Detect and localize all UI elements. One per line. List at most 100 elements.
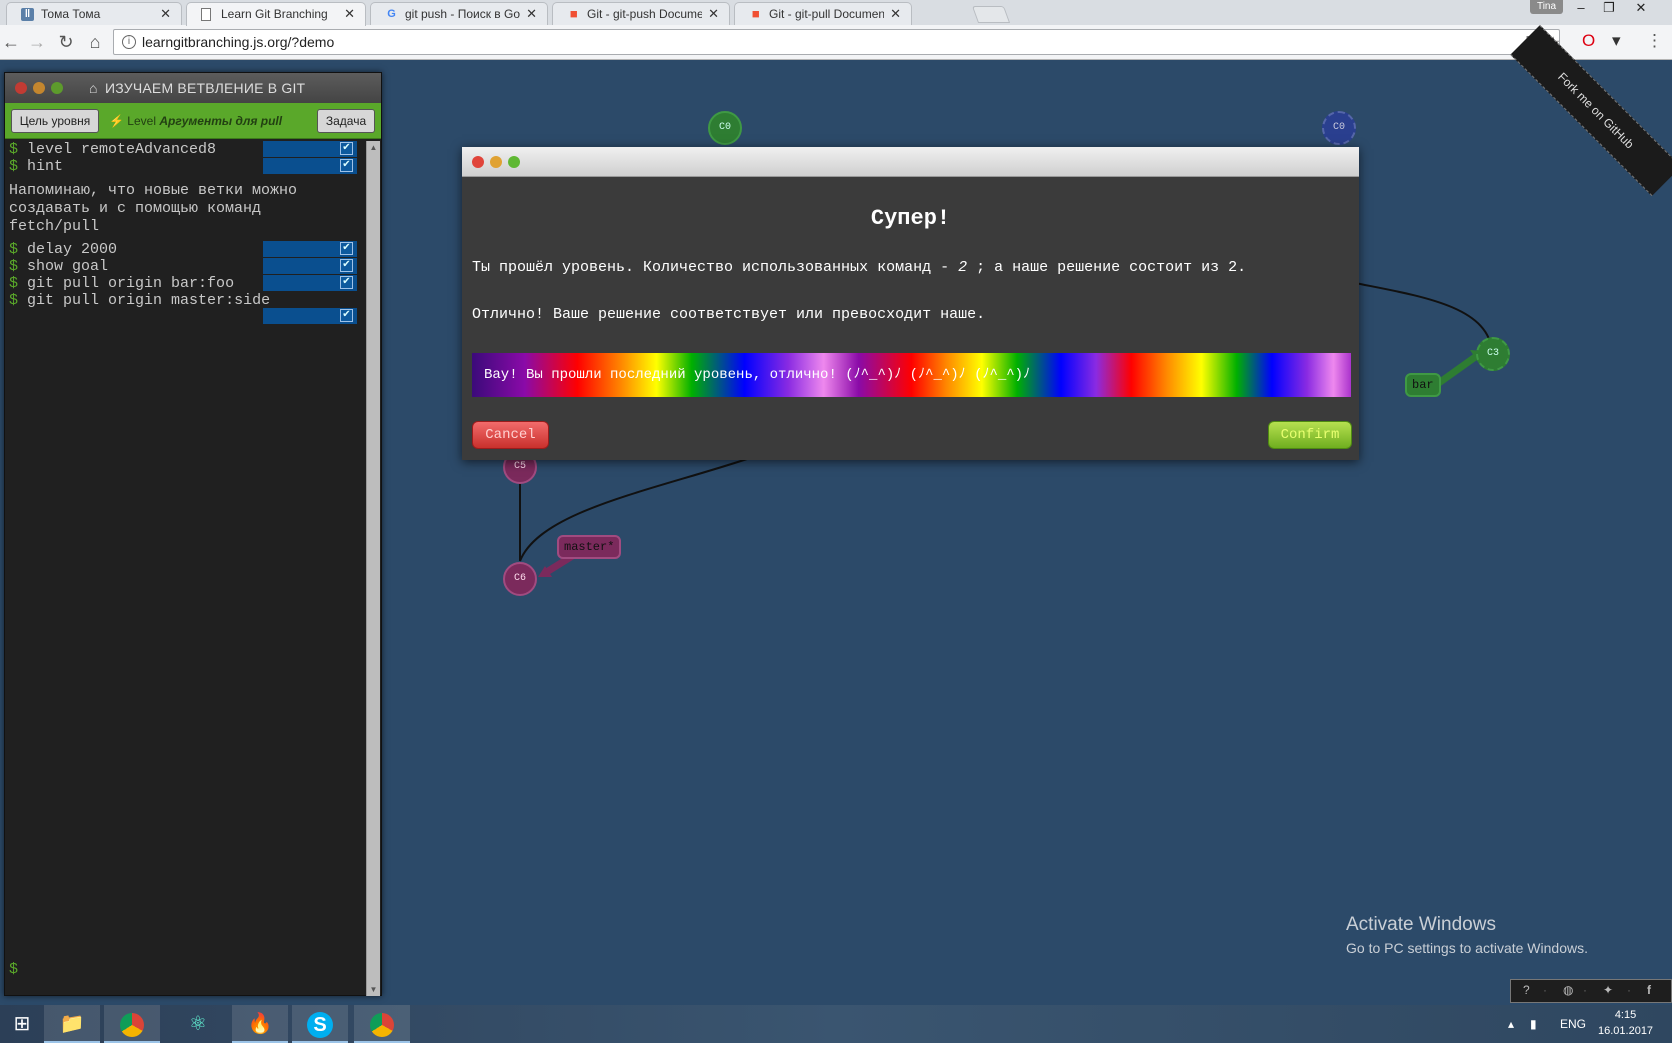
check-icon: ✔ — [340, 159, 353, 172]
maximize-dot-icon[interactable] — [508, 156, 520, 168]
tray-chevron-icon[interactable]: ▴ — [1508, 1005, 1514, 1043]
check-icon: ✔ — [340, 309, 353, 322]
prompt-symbol: $ — [9, 158, 19, 175]
commit-node[interactable]: C3 — [1476, 337, 1510, 371]
result-summary: Ты прошёл уровень. Количество использова… — [472, 259, 1246, 276]
pause-icon: ǁ — [21, 8, 34, 21]
watermark-subtitle: Go to PC settings to activate Windows. — [1346, 940, 1588, 956]
close-icon[interactable]: ✕ — [160, 6, 171, 22]
taskbar: ⊞ 📁 ⚛ 🔥 S ▴ ▮ ENG 4:15 16.01.2017 — [0, 1005, 1672, 1043]
terminal-output: ✔ ✔ $ level remoteAdvanced8 $ hint Напом… — [5, 141, 365, 995]
branch-label-master[interactable]: master* — [557, 535, 622, 559]
edge-c6 — [519, 458, 748, 562]
network-icon[interactable]: ▮ — [1530, 1005, 1537, 1043]
app-flame-icon[interactable]: 🔥 — [232, 1005, 288, 1043]
tab-toma[interactable]: ǁ Тома Тома ✕ — [6, 2, 182, 25]
restore-icon[interactable]: ❐ — [1598, 0, 1620, 16]
tab-git-pull-docs[interactable]: ◆ Git - git-pull Documenta ✕ — [734, 2, 912, 25]
url-text: learngitbranching.js.org/?demo — [142, 34, 335, 50]
minimize-icon[interactable]: – — [1570, 0, 1592, 15]
tab-google-search[interactable]: G git push - Поиск в Goog ✕ — [370, 2, 548, 25]
command-status: ✔ — [263, 308, 357, 324]
pocket-icon[interactable]: ▾ — [1612, 30, 1621, 52]
clock[interactable]: 4:15 16.01.2017 — [1598, 1007, 1653, 1039]
level-goal-button[interactable]: Цель уровня — [11, 109, 99, 133]
facebook-icon[interactable]: f — [1647, 983, 1651, 997]
tab-git-push-docs[interactable]: ◆ Git - git-push Document ✕ — [552, 2, 730, 25]
maximize-dot-icon[interactable] — [51, 82, 63, 94]
panel-header: ⌂ ИЗУЧАЕМ ВЕТВЛЕНИЕ В GIT — [5, 73, 381, 103]
command-line: $ hint — [9, 158, 63, 175]
new-tab-button[interactable] — [971, 6, 1011, 23]
menu-icon[interactable]: ⋮ — [1646, 30, 1663, 52]
level-toolbar: Цель уровня ⚡ Level Аргументы для pull З… — [5, 103, 381, 139]
commit-node[interactable]: C0 — [1322, 111, 1356, 145]
twitter-icon[interactable]: ✦ — [1603, 983, 1613, 997]
forward-icon[interactable]: → — [26, 31, 48, 53]
help-icon[interactable]: ? — [1523, 983, 1530, 997]
home-icon[interactable]: ⌂ — [84, 31, 106, 53]
commit-node[interactable]: C0 — [708, 111, 742, 145]
terminal-scrollbar[interactable]: ▲ ▼ — [366, 141, 380, 996]
lightning-icon: ⚡ — [109, 114, 124, 128]
level-prefix: Level — [127, 114, 156, 128]
globe-icon[interactable]: ◍ — [1563, 983, 1573, 997]
home-icon: ⌂ — [89, 80, 98, 96]
minimize-dot-icon[interactable] — [490, 156, 502, 168]
chrome-icon[interactable] — [104, 1005, 160, 1043]
start-windows-icon[interactable]: ⊞ — [0, 1005, 44, 1043]
reload-icon[interactable]: ↻ — [55, 31, 77, 53]
prompt-symbol: $ — [9, 275, 19, 292]
tab-title: git push - Поиск в Goog — [405, 7, 520, 21]
close-icon[interactable]: ✕ — [526, 6, 537, 22]
branch-label-bar[interactable]: bar — [1405, 373, 1441, 397]
task-button[interactable]: Задача — [317, 109, 375, 133]
separator: · — [1543, 983, 1547, 997]
prompt-symbol: $ — [9, 241, 19, 258]
close-icon[interactable]: ✕ — [890, 6, 901, 22]
address-bar[interactable]: i learngitbranching.js.org/?demo ⧉ ☆ — [113, 29, 1560, 55]
browser-toolbar: ← → ↻ ⌂ i learngitbranching.js.org/?demo… — [0, 25, 1672, 60]
summary-suffix: ; а наше решение состоит из 2. — [967, 259, 1247, 276]
tab-learn-git-branching[interactable]: Learn Git Branching ✕ — [186, 2, 366, 26]
git-icon: ◆ — [566, 6, 582, 22]
clock-time: 4:15 — [1614, 1009, 1637, 1021]
profile-badge[interactable]: Tina — [1530, 0, 1563, 14]
check-icon: ✔ — [340, 276, 353, 289]
terminal-panel: ⌂ ИЗУЧАЕМ ВЕТВЛЕНИЕ В GIT Цель уровня ⚡ … — [4, 72, 382, 996]
close-icon[interactable]: ✕ — [344, 6, 355, 22]
prompt-symbol: $ — [9, 141, 19, 158]
check-icon: ✔ — [340, 142, 353, 155]
result-verdict: Отлично! Ваше решение соответствует или … — [472, 306, 986, 323]
command-prompt[interactable]: $ — [9, 961, 18, 978]
language-indicator[interactable]: ENG — [1560, 1005, 1586, 1043]
atom-icon[interactable]: ⚛ — [170, 1005, 226, 1043]
scroll-up-icon[interactable]: ▲ — [367, 141, 380, 154]
back-icon[interactable]: ← — [0, 31, 22, 53]
file-explorer-icon[interactable]: 📁 — [44, 1005, 100, 1043]
info-icon[interactable]: i — [122, 35, 136, 49]
command-line: $ git pull origin bar:foo — [9, 275, 234, 292]
scroll-down-icon[interactable]: ▼ — [367, 983, 380, 996]
separator: · — [1627, 983, 1631, 997]
close-dot-icon[interactable] — [472, 156, 484, 168]
command-status: ✔ — [263, 275, 357, 291]
skype-icon[interactable]: S — [292, 1005, 348, 1043]
minimize-dot-icon[interactable] — [33, 82, 45, 94]
tab-title: Git - git-push Document — [587, 7, 702, 21]
command-count: 2 — [958, 259, 968, 276]
close-dot-icon[interactable] — [15, 82, 27, 94]
command-line: $ delay 2000 — [9, 241, 117, 258]
page-icon — [201, 8, 211, 21]
close-icon[interactable]: ✕ — [708, 6, 719, 22]
confirm-button[interactable]: Confirm — [1268, 421, 1352, 449]
opera-icon[interactable]: O — [1582, 30, 1595, 52]
command-status: ✔ — [263, 141, 357, 157]
cancel-button[interactable]: Cancel — [472, 421, 549, 449]
panel-title: ИЗУЧАЕМ ВЕТВЛЕНИЕ В GIT — [105, 80, 306, 96]
level-complete-dialog: Супер! Ты прошёл уровень. Количество исп… — [462, 147, 1359, 460]
chrome-icon[interactable] — [354, 1005, 410, 1043]
check-icon: ✔ — [340, 242, 353, 255]
close-window-icon[interactable]: ✕ — [1630, 0, 1652, 16]
commit-node[interactable]: C6 — [503, 562, 537, 596]
